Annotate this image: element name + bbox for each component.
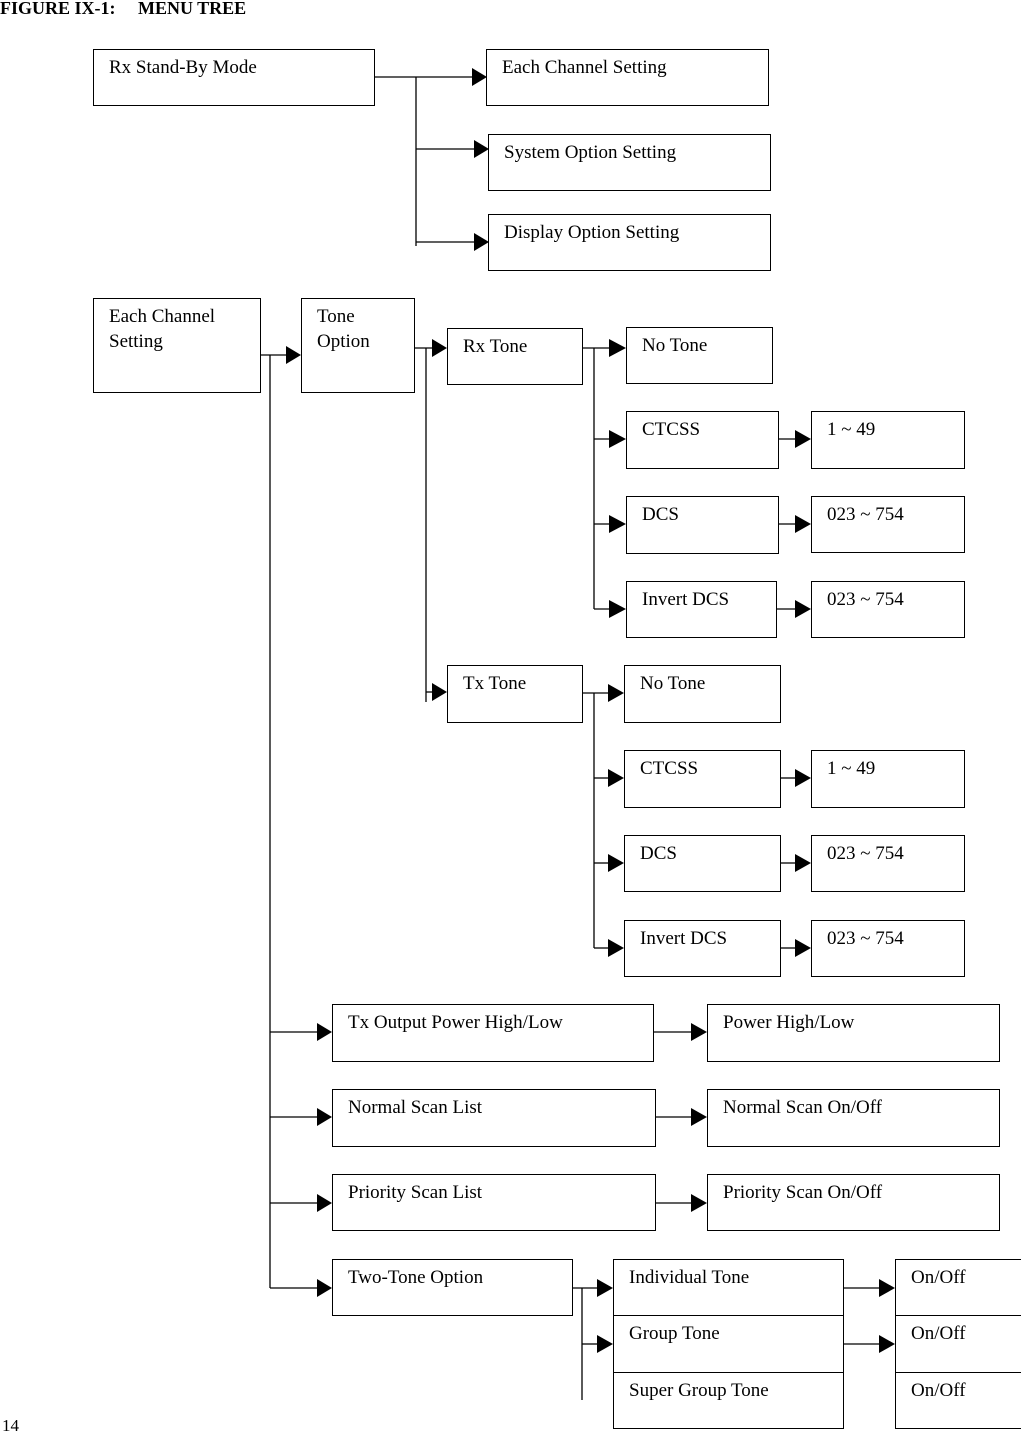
arrow-icon [691, 1108, 707, 1126]
node-rx-ctcss: CTCSS [626, 411, 779, 469]
arrow-icon [608, 769, 624, 787]
arrow-icon [597, 1335, 613, 1353]
node-tx-invert-dcs-range: 023 ~ 754 [811, 920, 965, 977]
node-two-tone-option: Two-Tone Option [332, 1259, 573, 1316]
node-tx-tone: Tx Tone [447, 665, 583, 723]
tx-tone-connectors [582, 684, 811, 957]
arrow-icon [795, 600, 811, 618]
node-super-group-tone-on-off: On/Off [895, 1372, 1021, 1429]
arrow-icon [432, 339, 447, 357]
node-tx-dcs: DCS [624, 835, 781, 892]
arrow-icon [609, 515, 626, 533]
node-display-option-setting: Display Option Setting [488, 214, 771, 271]
arrow-icon [317, 1279, 332, 1297]
node-rx-invert-dcs: Invert DCS [626, 581, 777, 638]
node-priority-scan-on-off: Priority Scan On/Off [707, 1174, 1000, 1231]
node-tx-output-power: Tx Output Power High/Low [332, 1004, 654, 1062]
arrow-icon [691, 1194, 707, 1212]
node-each-channel-setting-root: Each Channel Setting [93, 298, 261, 393]
arrow-icon [609, 339, 626, 357]
top-menu-connectors [374, 68, 489, 251]
arrow-icon [795, 515, 811, 533]
node-tx-ctcss-range: 1 ~ 49 [811, 750, 965, 808]
node-rx-dcs: DCS [626, 496, 779, 554]
node-individual-tone-on-off: On/Off [895, 1259, 1021, 1316]
arrow-icon [795, 769, 811, 787]
node-individual-tone: Individual Tone [613, 1259, 844, 1316]
arrow-icon [317, 1194, 332, 1212]
node-group-tone: Group Tone [613, 1315, 844, 1373]
arrow-icon [608, 684, 624, 702]
arrow-icon [317, 1023, 332, 1041]
node-normal-scan-list: Normal Scan List [332, 1089, 656, 1147]
node-tx-dcs-range: 023 ~ 754 [811, 835, 965, 892]
arrow-icon [608, 939, 624, 957]
arrow-icon [879, 1335, 895, 1353]
node-power-high-low: Power High/Low [707, 1004, 1000, 1062]
list-item-connectors [654, 1023, 707, 1212]
arrow-icon [286, 346, 301, 364]
tone-option-connectors [414, 339, 447, 702]
arrow-icon [691, 1023, 707, 1041]
node-group-tone-on-off: On/Off [895, 1315, 1021, 1373]
arrow-icon [472, 68, 487, 86]
node-normal-scan-on-off: Normal Scan On/Off [707, 1089, 1000, 1147]
arrow-icon [432, 683, 447, 701]
node-rx-ctcss-range: 1 ~ 49 [811, 411, 965, 469]
node-each-channel-setting: Each Channel Setting [486, 49, 769, 106]
node-tx-no-tone: No Tone [624, 665, 781, 723]
node-super-group-tone: Super Group Tone [613, 1372, 844, 1429]
arrow-icon [795, 939, 811, 957]
arrow-icon [597, 1279, 613, 1297]
node-system-option-setting: System Option Setting [488, 134, 771, 191]
channel-connectors [260, 346, 332, 1297]
node-rx-no-tone: No Tone [626, 327, 773, 384]
arrow-icon [474, 140, 489, 158]
page-number: 14 [2, 1416, 19, 1435]
arrow-icon [795, 854, 811, 872]
arrow-icon [608, 854, 624, 872]
node-rx-invert-dcs-range: 023 ~ 754 [811, 581, 965, 638]
node-rx-standby-mode: Rx Stand-By Mode [93, 49, 375, 106]
arrow-icon [317, 1108, 332, 1126]
node-tx-ctcss: CTCSS [624, 750, 781, 808]
node-rx-tone: Rx Tone [447, 328, 583, 385]
node-rx-dcs-range: 023 ~ 754 [811, 496, 965, 553]
arrow-icon [795, 430, 811, 448]
node-priority-scan-list: Priority Scan List [332, 1174, 656, 1231]
arrow-icon [474, 233, 489, 251]
arrow-icon [609, 600, 626, 618]
node-tone-option: Tone Option [301, 298, 415, 393]
arrow-icon [879, 1279, 895, 1297]
arrow-icon [609, 430, 626, 448]
node-tx-invert-dcs: Invert DCS [624, 920, 781, 977]
